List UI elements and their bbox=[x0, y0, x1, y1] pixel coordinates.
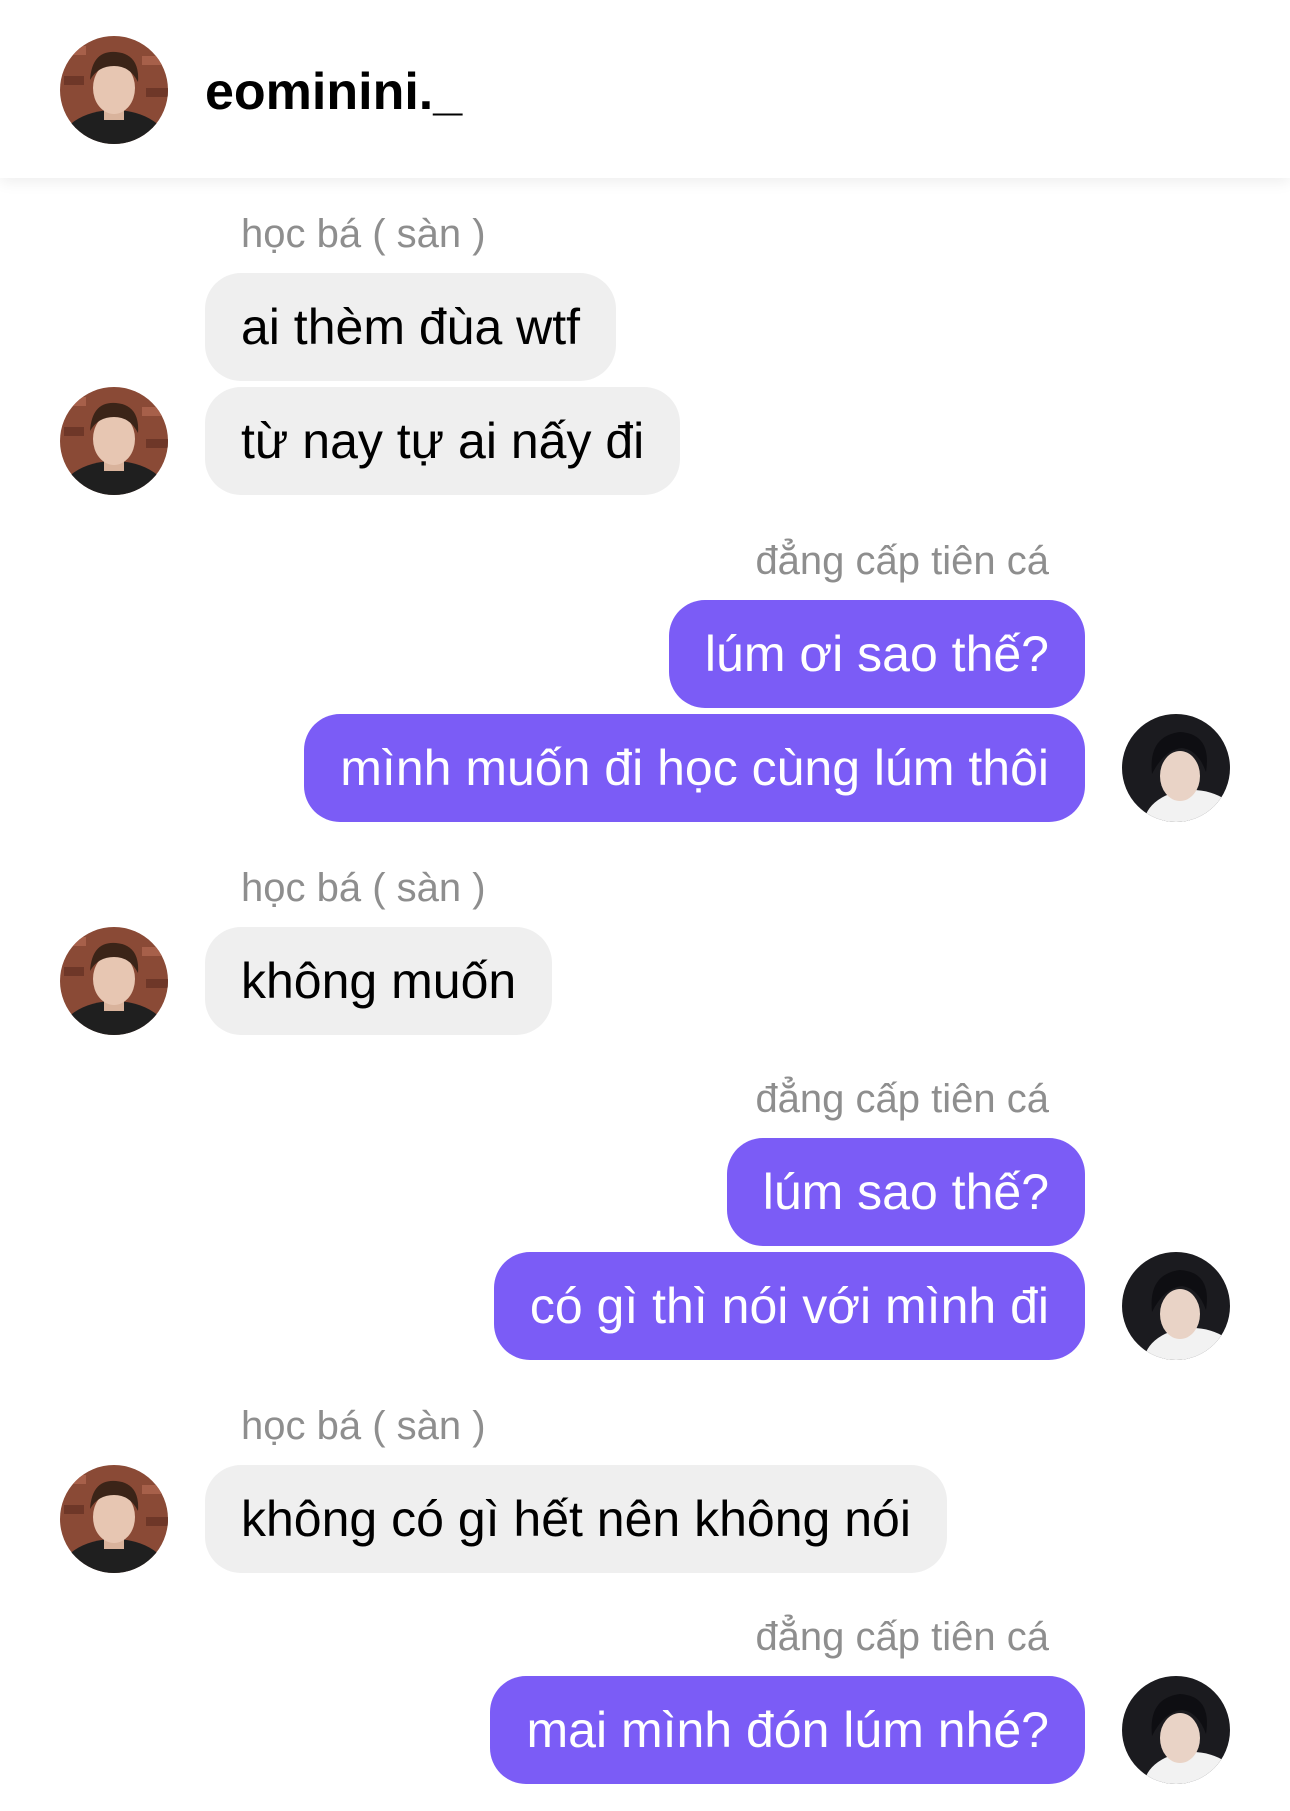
chat-username[interactable]: eominini._ bbox=[205, 56, 462, 128]
message-bubble-incoming[interactable]: không muốn bbox=[205, 927, 553, 1035]
profile-photo-icon bbox=[60, 36, 168, 144]
sender-name: học bá ( sàn ) bbox=[241, 1404, 486, 1448]
sender-name: đẳng cấp tiên cá bbox=[755, 539, 1049, 583]
sender-avatar[interactable] bbox=[60, 387, 168, 495]
message-bubble-incoming[interactable]: ai thèm đùa wtf bbox=[205, 273, 617, 381]
profile-photo-icon bbox=[1122, 714, 1230, 822]
profile-photo-icon bbox=[60, 1465, 168, 1573]
chat-header: eominini._ bbox=[0, 0, 1290, 178]
message-bubble-outgoing[interactable]: mình muốn đi học cùng lúm thôi bbox=[304, 714, 1085, 822]
sender-avatar[interactable] bbox=[1122, 1676, 1230, 1784]
message-bubble-outgoing[interactable]: lúm ơi sao thế? bbox=[668, 600, 1085, 708]
sender-avatar[interactable] bbox=[60, 1465, 168, 1573]
sender-avatar[interactable] bbox=[1122, 714, 1230, 822]
sender-avatar[interactable] bbox=[60, 927, 168, 1035]
profile-photo-icon bbox=[1122, 1252, 1230, 1360]
message-bubble-outgoing[interactable]: lúm sao thế? bbox=[726, 1138, 1085, 1246]
sender-name: đẳng cấp tiên cá bbox=[755, 1615, 1049, 1659]
message-bubble-incoming[interactable]: không có gì hết nên không nói bbox=[205, 1465, 947, 1573]
header-avatar[interactable] bbox=[60, 36, 168, 144]
message-bubble-outgoing[interactable]: có gì thì nói với mình đi bbox=[493, 1252, 1085, 1360]
profile-photo-icon bbox=[60, 927, 168, 1035]
profile-photo-icon bbox=[60, 387, 168, 495]
sender-name: đẳng cấp tiên cá bbox=[755, 1077, 1049, 1121]
sender-name: học bá ( sàn ) bbox=[241, 212, 486, 256]
message-bubble-outgoing[interactable]: mai mình đón lúm nhé? bbox=[490, 1676, 1085, 1784]
sender-avatar[interactable] bbox=[1122, 1252, 1230, 1360]
profile-photo-icon bbox=[1122, 1676, 1230, 1784]
sender-name: học bá ( sàn ) bbox=[241, 866, 486, 910]
message-thread: học bá ( sàn ) ai thèm đùa wtf từ nay tự… bbox=[0, 0, 1290, 1811]
message-bubble-incoming[interactable]: từ nay tự ai nấy đi bbox=[205, 387, 681, 495]
